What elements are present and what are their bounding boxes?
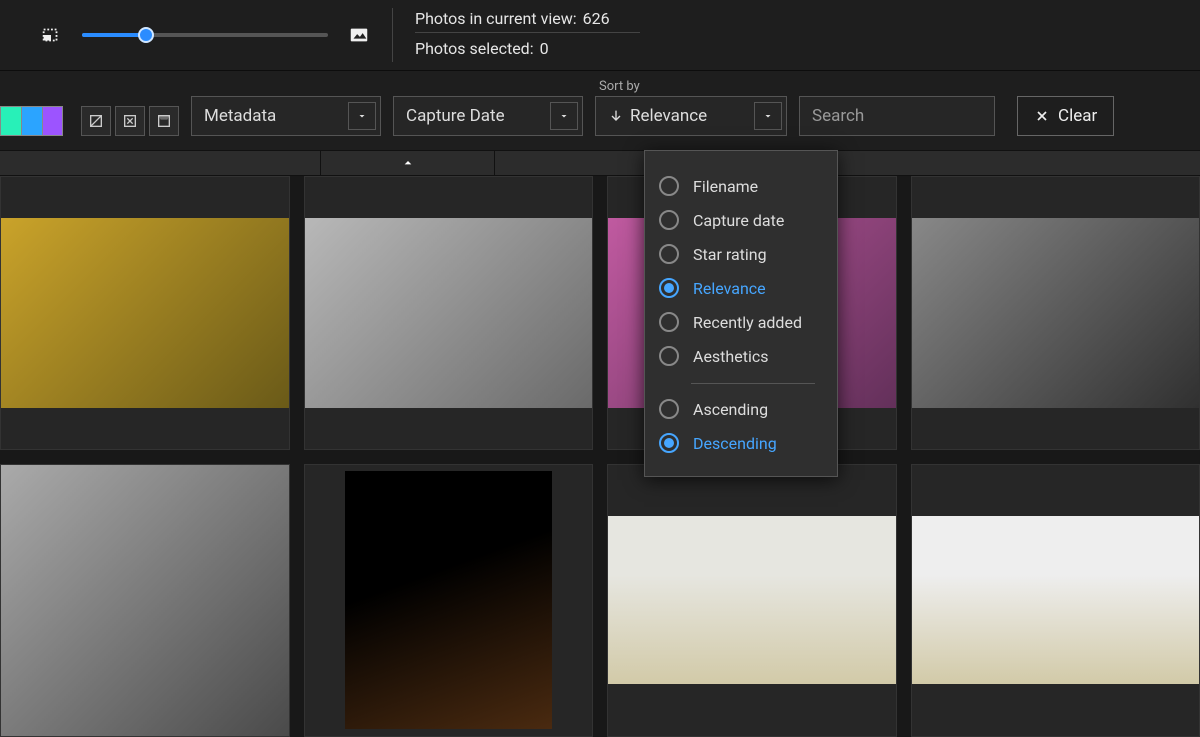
clear-button[interactable]: Clear xyxy=(1017,96,1114,136)
sort-option-relevance[interactable]: Relevance xyxy=(645,271,837,305)
thumbnail-cell[interactable] xyxy=(0,464,290,737)
flag-pick-button[interactable] xyxy=(149,106,179,136)
collapse-handle[interactable] xyxy=(320,151,495,175)
status-selected-label: Photos selected: xyxy=(415,39,534,58)
thumb-large-icon[interactable] xyxy=(348,24,370,46)
radio-icon xyxy=(659,278,679,298)
thumbnail-size-control xyxy=(40,10,370,60)
thumbnail-grid xyxy=(0,176,1200,737)
radio-icon xyxy=(659,346,679,366)
sort-by-current: Relevance xyxy=(630,106,707,126)
search-placeholder: Search xyxy=(812,106,864,126)
thumbnail-cell[interactable] xyxy=(304,176,594,450)
clear-button-label: Clear xyxy=(1058,106,1097,126)
thumb-small-icon[interactable] xyxy=(40,24,62,46)
metadata-combo[interactable]: Metadata xyxy=(191,96,381,136)
color-label-filter[interactable] xyxy=(0,106,63,136)
color-chip-purple[interactable] xyxy=(42,106,63,136)
status-block: Photos in current view: 626 Photos selec… xyxy=(415,10,640,60)
sort-option-label: Recently added xyxy=(693,313,802,332)
top-bar: Photos in current view: 626 Photos selec… xyxy=(0,0,1200,70)
sort-option-aesthetics[interactable]: Aesthetics xyxy=(645,339,837,373)
capture-date-combo[interactable]: Capture Date xyxy=(393,96,583,136)
radio-icon xyxy=(659,312,679,332)
sort-option-label: Aesthetics xyxy=(693,347,768,366)
sort-option-label: Star rating xyxy=(693,245,767,264)
sort-option-star[interactable]: Star rating xyxy=(645,237,837,271)
sort-by-combo[interactable]: Relevance xyxy=(595,96,787,136)
thumbnail-size-slider[interactable] xyxy=(82,33,328,37)
status-view-count: 626 xyxy=(583,9,610,28)
chevron-down-icon xyxy=(348,102,376,130)
sort-order-asc[interactable]: Ascending xyxy=(645,392,837,426)
chevron-up-icon xyxy=(400,155,416,171)
radio-icon xyxy=(659,244,679,264)
color-chip-cyan[interactable] xyxy=(0,106,21,136)
thumbnail-cell[interactable] xyxy=(607,464,897,737)
sort-by-label: Sort by xyxy=(595,79,787,94)
separator xyxy=(691,383,815,384)
capture-date-combo-label: Capture Date xyxy=(406,106,505,126)
sort-order-desc[interactable]: Descending xyxy=(645,426,837,460)
panel-splitter[interactable] xyxy=(0,150,1200,176)
flag-none-button[interactable] xyxy=(81,106,111,136)
radio-icon xyxy=(659,210,679,230)
chevron-down-icon xyxy=(754,102,782,130)
sort-option-label: Capture date xyxy=(693,211,784,230)
radio-icon xyxy=(659,176,679,196)
thumbnail-cell[interactable] xyxy=(911,464,1200,737)
sort-option-label: Descending xyxy=(693,434,777,453)
flag-filter-group xyxy=(81,106,179,136)
divider xyxy=(392,8,393,62)
radio-icon xyxy=(659,433,679,453)
thumbnail-cell[interactable] xyxy=(911,176,1200,450)
sort-option-capture[interactable]: Capture date xyxy=(645,203,837,237)
status-selected-count: 0 xyxy=(540,39,549,58)
thumbnail-cell[interactable] xyxy=(304,464,594,737)
arrow-down-icon xyxy=(608,108,624,124)
sort-dropdown-menu: Filename Capture date Star rating Relevance… xyxy=(644,150,838,477)
flag-reject-button[interactable] xyxy=(115,106,145,136)
radio-icon xyxy=(659,399,679,419)
sort-option-label: Filename xyxy=(693,177,758,196)
thumbnail-cell[interactable] xyxy=(0,176,290,450)
sort-option-label: Ascending xyxy=(693,400,768,419)
chevron-down-icon xyxy=(550,102,578,130)
metadata-combo-label: Metadata xyxy=(204,106,276,126)
sort-option-filename[interactable]: Filename xyxy=(645,169,837,203)
filter-toolbar: . . Metadata . Capture Date S xyxy=(0,70,1200,150)
sort-option-label: Relevance xyxy=(693,279,766,298)
color-chip-blue[interactable] xyxy=(21,106,42,136)
search-input[interactable]: Search xyxy=(799,96,995,136)
sort-option-recent[interactable]: Recently added xyxy=(645,305,837,339)
close-icon xyxy=(1034,108,1050,124)
status-view-label: Photos in current view: xyxy=(415,9,577,28)
